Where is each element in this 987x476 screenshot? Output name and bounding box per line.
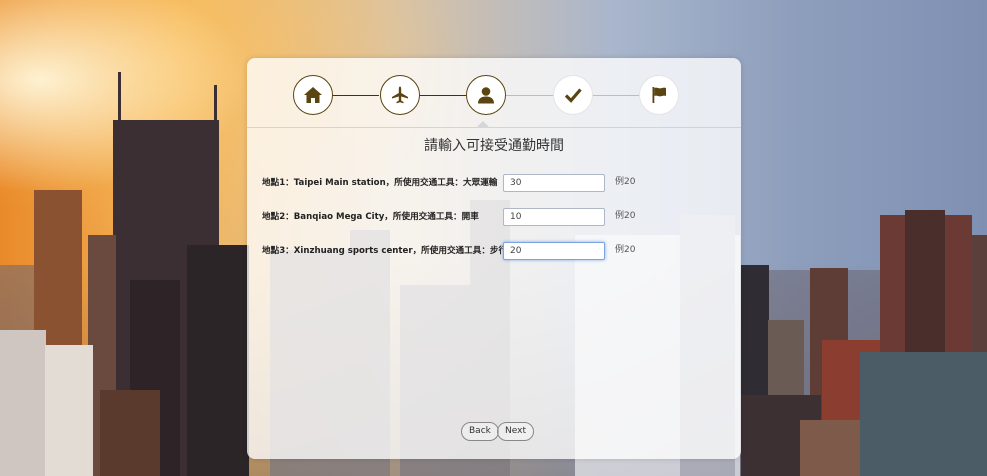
next-button[interactable]: Next [497,422,534,441]
location-3-minutes-input[interactable] [503,242,605,260]
current-step-pointer [476,121,490,128]
step-connector [506,95,553,96]
location-2-hint: 例20 [615,211,636,221]
commute-row-1: 地點1：Taipei Main station，所使用交通工具：大眾運輸 例20 [262,174,732,194]
step-connector [419,95,466,96]
user-icon [478,87,494,104]
location-1-label: 地點1：Taipei Main station，所使用交通工具：大眾運輸 [262,178,498,188]
home-icon [304,87,322,103]
step-confirm[interactable] [553,75,593,115]
location-1-hint: 例20 [615,177,636,187]
airplane-icon [392,86,408,104]
page-title: 請輸入可接受通勤時間 [424,138,564,154]
commute-form-card: 請輸入可接受通勤時間 地點1：Taipei Main station，所使用交通… [247,58,741,459]
location-2-label: 地點2：Banqiao Mega City，所使用交通工具：開車 [262,212,479,222]
step-commute-time[interactable] [466,75,506,115]
back-button[interactable]: Back [461,422,499,441]
step-connector [332,95,379,96]
commute-row-2: 地點2：Banqiao Mega City，所使用交通工具：開車 例20 [262,208,732,228]
location-2-minutes-input[interactable] [503,208,605,226]
step-home[interactable] [293,75,333,115]
location-3-hint: 例20 [615,245,636,255]
step-finish[interactable] [639,75,679,115]
wizard-steps-bar [247,58,741,128]
flag-icon [652,87,666,103]
step-travel[interactable] [380,75,420,115]
step-connector [593,95,640,96]
location-3-label: 地點3：Xinzhuang sports center，所使用交通工具：步行 [262,246,508,256]
check-icon [564,88,582,103]
location-1-minutes-input[interactable] [503,174,605,192]
commute-row-3: 地點3：Xinzhuang sports center，所使用交通工具：步行 例… [262,242,732,262]
